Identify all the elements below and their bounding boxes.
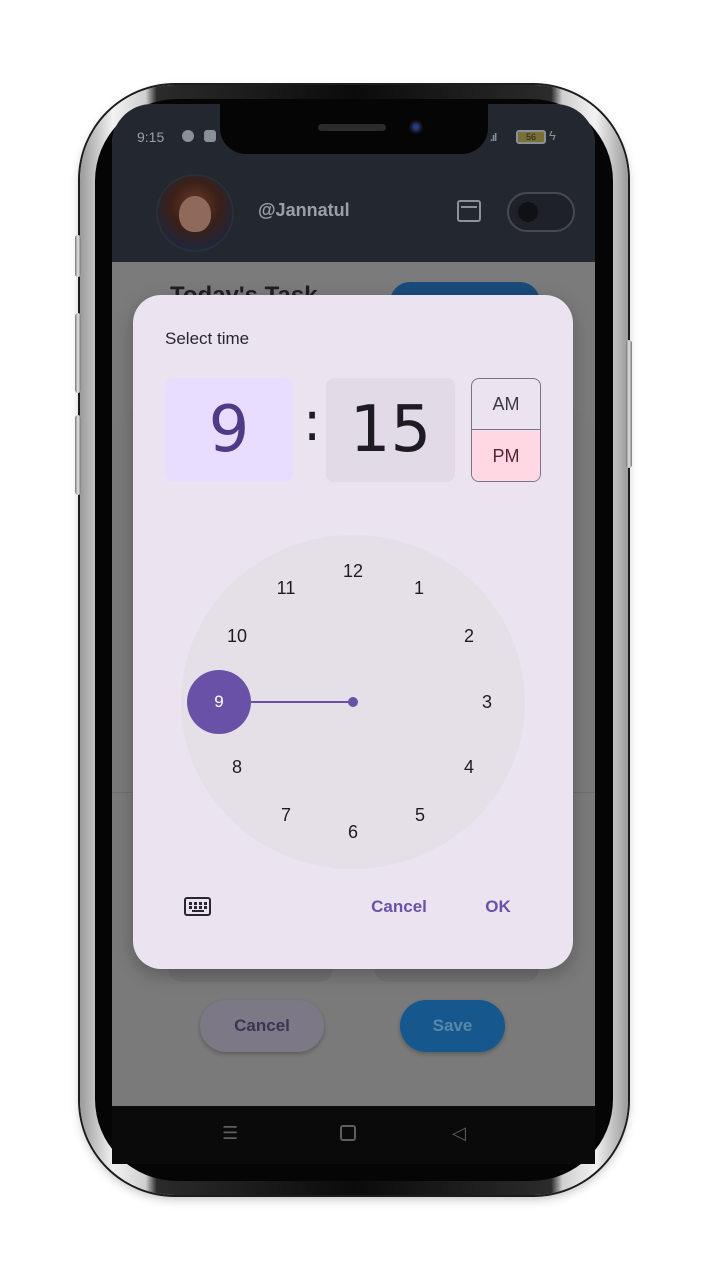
sheet-cancel-button[interactable]: Cancel: [200, 1000, 324, 1052]
username: @Jannatul: [258, 200, 350, 220]
sheet-save-button[interactable]: Save: [400, 1000, 505, 1052]
avatar[interactable]: [156, 174, 234, 252]
menu-icon[interactable]: ☰: [222, 1123, 238, 1144]
time-separator: :: [303, 390, 322, 453]
messenger-icon: [182, 130, 194, 142]
app-header: 9:15 .ıl 56 ϟ @Jannatul: [112, 104, 595, 262]
home-icon[interactable]: [340, 1125, 356, 1141]
am-button[interactable]: AM: [472, 379, 540, 430]
power-button: [626, 340, 632, 468]
dial-number-2[interactable]: 2: [449, 621, 489, 651]
charging-icon: ϟ: [549, 128, 556, 143]
instagram-icon: [204, 130, 216, 142]
signal-icon: .ıl: [490, 132, 497, 144]
front-camera: [409, 120, 423, 134]
dial-number-11[interactable]: 11: [266, 573, 306, 603]
earpiece-speaker: [318, 124, 386, 131]
dial-number-7[interactable]: 7: [266, 800, 306, 830]
dial-center-dot: [348, 697, 358, 707]
volume-up-button: [75, 313, 81, 393]
mute-switch: [75, 235, 81, 277]
dial-number-10[interactable]: 10: [217, 621, 257, 651]
cancel-button[interactable]: Cancel: [361, 892, 437, 922]
time-picker-dialog: Select time 9 : 15 AM PM 12 1 2 3 4 5 6 …: [133, 295, 573, 969]
status-time: 9:15: [137, 129, 165, 145]
dial-number-5[interactable]: 5: [400, 800, 440, 830]
back-icon[interactable]: ◁: [452, 1123, 466, 1144]
battery-icon: 56: [516, 130, 546, 144]
system-nav-bar: ☰ ◁: [112, 1106, 595, 1164]
dialog-title: Select time: [165, 329, 250, 348]
volume-down-button: [75, 415, 81, 495]
dial-number-1[interactable]: 1: [399, 573, 439, 603]
keyboard-space-bar: [192, 910, 204, 912]
dial-selector[interactable]: 9: [187, 670, 251, 734]
period-selector: AM PM: [471, 378, 541, 482]
notch: [220, 104, 488, 154]
dial-number-12[interactable]: 12: [333, 556, 373, 586]
calendar-icon[interactable]: [457, 200, 481, 222]
avatar-face: [179, 196, 211, 232]
screenshot: 9:15 .ıl 56 ϟ @Jannatul Today's Task: [0, 0, 707, 1280]
dial-number-6[interactable]: 6: [333, 817, 373, 847]
dial-number-3[interactable]: 3: [467, 687, 507, 717]
ok-button[interactable]: OK: [475, 892, 521, 922]
dial-number-4[interactable]: 4: [449, 752, 489, 782]
pm-button[interactable]: PM: [472, 431, 540, 481]
minute-field[interactable]: 15: [326, 378, 455, 482]
dial-number-8[interactable]: 8: [217, 752, 257, 782]
toggle-knob: [518, 202, 538, 222]
keyboard-icon[interactable]: [184, 897, 211, 916]
hour-field[interactable]: 9: [165, 378, 293, 482]
theme-toggle[interactable]: [507, 192, 575, 232]
